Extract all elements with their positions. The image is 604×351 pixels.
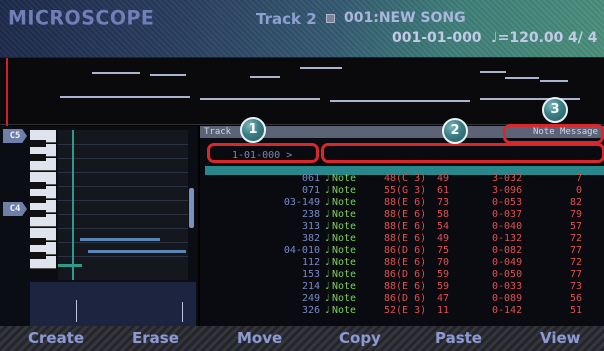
roll-note[interactable]: [80, 238, 160, 241]
message-field-callout[interactable]: [321, 143, 604, 163]
callout-badge-1: 1: [240, 117, 266, 143]
function-button-bar: Create Erase Move Copy Paste View: [0, 326, 604, 351]
copy-button[interactable]: Copy: [339, 329, 381, 347]
piano-key-black: [30, 252, 46, 259]
roll-note[interactable]: [88, 250, 186, 253]
piano-key-black: [30, 154, 46, 161]
app-title: MICROSCOPE: [8, 6, 155, 30]
note-icon: ♩: [324, 293, 331, 304]
event-row[interactable]: 326 ♩ Note 52(E 3) 11 0-142 51: [200, 305, 604, 317]
overview-note: [150, 74, 186, 76]
overview-note: [92, 72, 140, 74]
note-icon: ♩: [324, 305, 331, 316]
velocity-lane[interactable]: [30, 282, 196, 326]
grid-line: [58, 186, 188, 187]
event-row[interactable]: 071 ♩ Note 55(G 3) 61 3-096 0: [200, 185, 604, 197]
tempo-value: =120.00: [497, 30, 564, 46]
event-row[interactable]: 313 ♩ Note 88(E 6) 54 0-040 57: [200, 221, 604, 233]
note-icon: ♩: [324, 257, 331, 268]
track-label: Track 2: [256, 10, 317, 28]
callout-badge-3: 3: [542, 97, 568, 123]
roll-note-selected[interactable]: [58, 264, 82, 267]
grid-line: [58, 172, 188, 173]
title-bar: MICROSCOPE Track 2 001:NEW SONG 001-01-0…: [0, 0, 604, 57]
overview-strip[interactable]: [0, 57, 604, 126]
overview-note: [250, 76, 280, 78]
piano-key-black: [30, 140, 46, 147]
overview-note: [330, 100, 470, 102]
note-icon: ♩: [324, 245, 331, 256]
track-column-label: Track: [204, 127, 232, 137]
create-button[interactable]: Create: [28, 329, 84, 347]
note-icon: ♩: [324, 173, 331, 184]
velocity-stem: [182, 302, 183, 322]
song-indicator-icon: [326, 14, 335, 23]
beat-readout: 4/ 4: [568, 30, 598, 46]
view-button[interactable]: View: [540, 329, 581, 347]
tempo-readout: ♩=120.00: [491, 30, 563, 46]
position-field-callout[interactable]: [207, 143, 319, 163]
grid-line: [58, 158, 188, 159]
note-message-callout[interactable]: [503, 124, 604, 144]
erase-button[interactable]: Erase: [132, 329, 179, 347]
quarter-note-icon: ♩: [491, 30, 498, 46]
piano-key-black: [30, 210, 46, 217]
octave-tab-c5[interactable]: C5: [3, 129, 27, 143]
overview-note: [480, 71, 506, 73]
overview-note: [60, 96, 190, 98]
note-icon: ♩: [324, 209, 331, 220]
note-icon: ♩: [324, 281, 331, 292]
event-row[interactable]: 153 ♩ Note 86(D 6) 59 0-050 77: [200, 269, 604, 281]
grid-line: [58, 242, 188, 243]
piano-key-black: [30, 238, 46, 245]
overview-cursor: [6, 58, 8, 126]
note-icon: ♩: [324, 233, 331, 244]
overview-note: [200, 98, 320, 100]
octave-tab-c4[interactable]: C4: [3, 202, 27, 216]
note-icon: ♩: [324, 221, 331, 232]
song-position-readout: 001-01-000: [392, 30, 482, 46]
event-row[interactable]: 238 ♩ Note 88(E 6) 58 0-037 79: [200, 209, 604, 221]
piano-key-black: [30, 196, 46, 203]
event-row[interactable]: 249 ♩ Note 86(D 6) 47 0-089 56: [200, 293, 604, 305]
event-row[interactable]: 03-149 ♩ Note 88(E 6) 73 0-053 82: [200, 197, 604, 209]
event-row[interactable]: 061 ♩ Note 48(C 3) 49 3-032 7: [200, 173, 604, 185]
grid-line: [58, 228, 188, 229]
overview-note: [540, 80, 568, 82]
note-icon: ♩: [324, 197, 331, 208]
overview-note: [480, 98, 580, 100]
roll-playhead: [72, 130, 74, 280]
piano-key-black: [30, 182, 46, 189]
velocity-stem: [76, 300, 77, 322]
grid-line: [58, 200, 188, 201]
grid-line: [58, 144, 188, 145]
paste-button[interactable]: Paste: [435, 329, 482, 347]
note-icon: ♩: [324, 185, 331, 196]
event-row[interactable]: 112 ♩ Note 88(E 6) 70 0-049 72: [200, 257, 604, 269]
grid-line: [58, 256, 188, 257]
move-button[interactable]: Move: [237, 329, 282, 347]
event-row[interactable]: 04-010 ♩ Note 86(D 6) 75 0-082 77: [200, 245, 604, 257]
piano-keyboard: [30, 130, 56, 270]
event-row[interactable]: 214 ♩ Note 88(E 6) 59 0-033 73: [200, 281, 604, 293]
overview-note: [505, 77, 539, 79]
vertical-scrollbar[interactable]: [189, 188, 194, 228]
overview-note: [300, 67, 342, 69]
song-name: 001:NEW SONG: [344, 10, 466, 26]
piano-roll-grid[interactable]: [58, 130, 188, 280]
event-row[interactable]: 382 ♩ Note 88(E 6) 49 0-132 72: [200, 233, 604, 245]
grid-line: [58, 214, 188, 215]
callout-badge-2: 2: [442, 118, 468, 144]
note-icon: ♩: [324, 269, 331, 280]
